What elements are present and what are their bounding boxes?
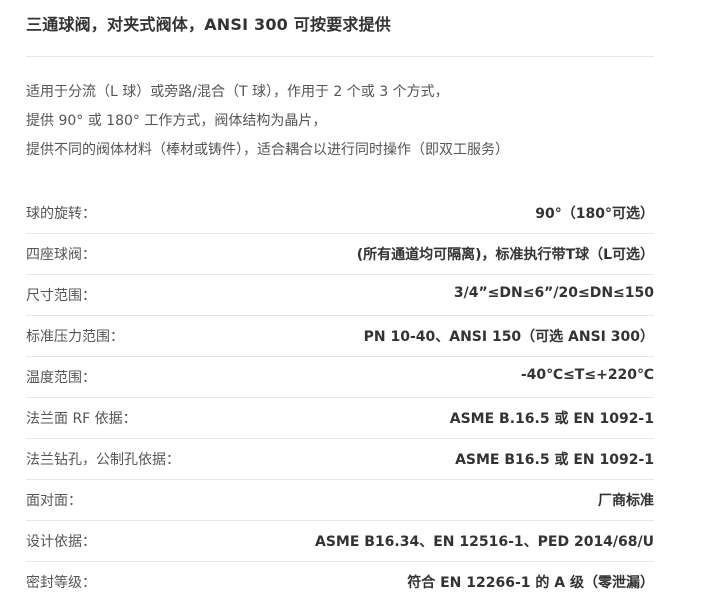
spec-label: 法兰面 RF 依据： [26,411,137,427]
intro-paragraph: 适用于分流（L 球）或旁路/混合（T 球），作用于 2 个或 3 个方式， 提供… [26,80,666,167]
product-spec-page: 三通球阀，对夹式阀体，ANSI 300 可按要求提供 适用于分流（L 球）或旁路… [0,0,702,600]
spec-value: 符合 EN 12266-1 的 A 级（零泄漏） [407,575,654,591]
spec-value: ASME B16.5 或 EN 1092-1 [455,452,654,468]
spec-label: 法兰钻孔，公制孔依据： [26,452,180,468]
spec-value: ASME B.16.5 或 EN 1092-1 [449,411,654,427]
spec-row-design-basis: 设计依据： ASME B16.34、EN 12516-1、PED 2014/68… [26,521,654,562]
intro-line: 适用于分流（L 球）或旁路/混合（T 球），作用于 2 个或 3 个方式， [26,84,449,100]
spec-label: 标准压力范围： [26,329,124,345]
spec-label: 密封等级： [26,575,96,591]
spec-value: 90°（180°可选） [535,206,654,222]
spec-label: 尺寸范围： [26,288,96,304]
spec-value: -40℃≤T≤+220℃ [520,367,654,383]
spec-value: 3/4”≤DN≤6”/20≤DN≤150 [453,285,654,301]
intro-line: 提供不同的阀体材料（棒材或铸件），适合耦合以进行同时操作（即双工服务） [26,142,509,158]
spec-value: 厂商标准 [598,493,654,509]
spec-row-face-to-face: 面对面： 厂商标准 [26,480,654,521]
intro-line: 提供 90° 或 180° 工作方式，阀体结构为晶片， [26,113,327,129]
spec-row-flange-drilling: 法兰钻孔，公制孔依据： ASME B16.5 或 EN 1092-1 [26,439,654,480]
spec-value: ASME B16.34、EN 12516-1、PED 2014/68/U [314,534,654,550]
page-title: 三通球阀，对夹式阀体，ANSI 300 可按要求提供 [26,15,391,34]
spec-row-size-range: 尺寸范围： 3/4”≤DN≤6”/20≤DN≤150 [26,275,654,316]
spec-label: 设计依据： [26,534,96,550]
spec-row-ball-rotation: 球的旋转： 90°（180°可选） [26,193,654,234]
spec-table: 球的旋转： 90°（180°可选） 四座球阀： (所有通道均可隔离)，标准执行带… [26,193,654,602]
spec-label: 球的旋转： [26,206,96,222]
title-divider [26,56,654,57]
spec-row-flange-face: 法兰面 RF 依据： ASME B.16.5 或 EN 1092-1 [26,398,654,439]
spec-value: PN 10-40、ANSI 150（可选 ANSI 300） [363,329,654,345]
spec-row-seal-class: 密封等级： 符合 EN 12266-1 的 A 级（零泄漏） [26,562,654,602]
spec-row-temperature-range: 温度范围： -40℃≤T≤+220℃ [26,357,654,398]
spec-row-pressure-range: 标准压力范围： PN 10-40、ANSI 150（可选 ANSI 300） [26,316,654,357]
spec-row-four-seat: 四座球阀： (所有通道均可隔离)，标准执行带T球（L可选） [26,234,654,275]
spec-label: 四座球阀： [26,247,96,263]
spec-label: 温度范围： [26,370,96,386]
spec-value: (所有通道均可隔离)，标准执行带T球（L可选） [356,247,654,263]
spec-label: 面对面： [26,493,82,509]
